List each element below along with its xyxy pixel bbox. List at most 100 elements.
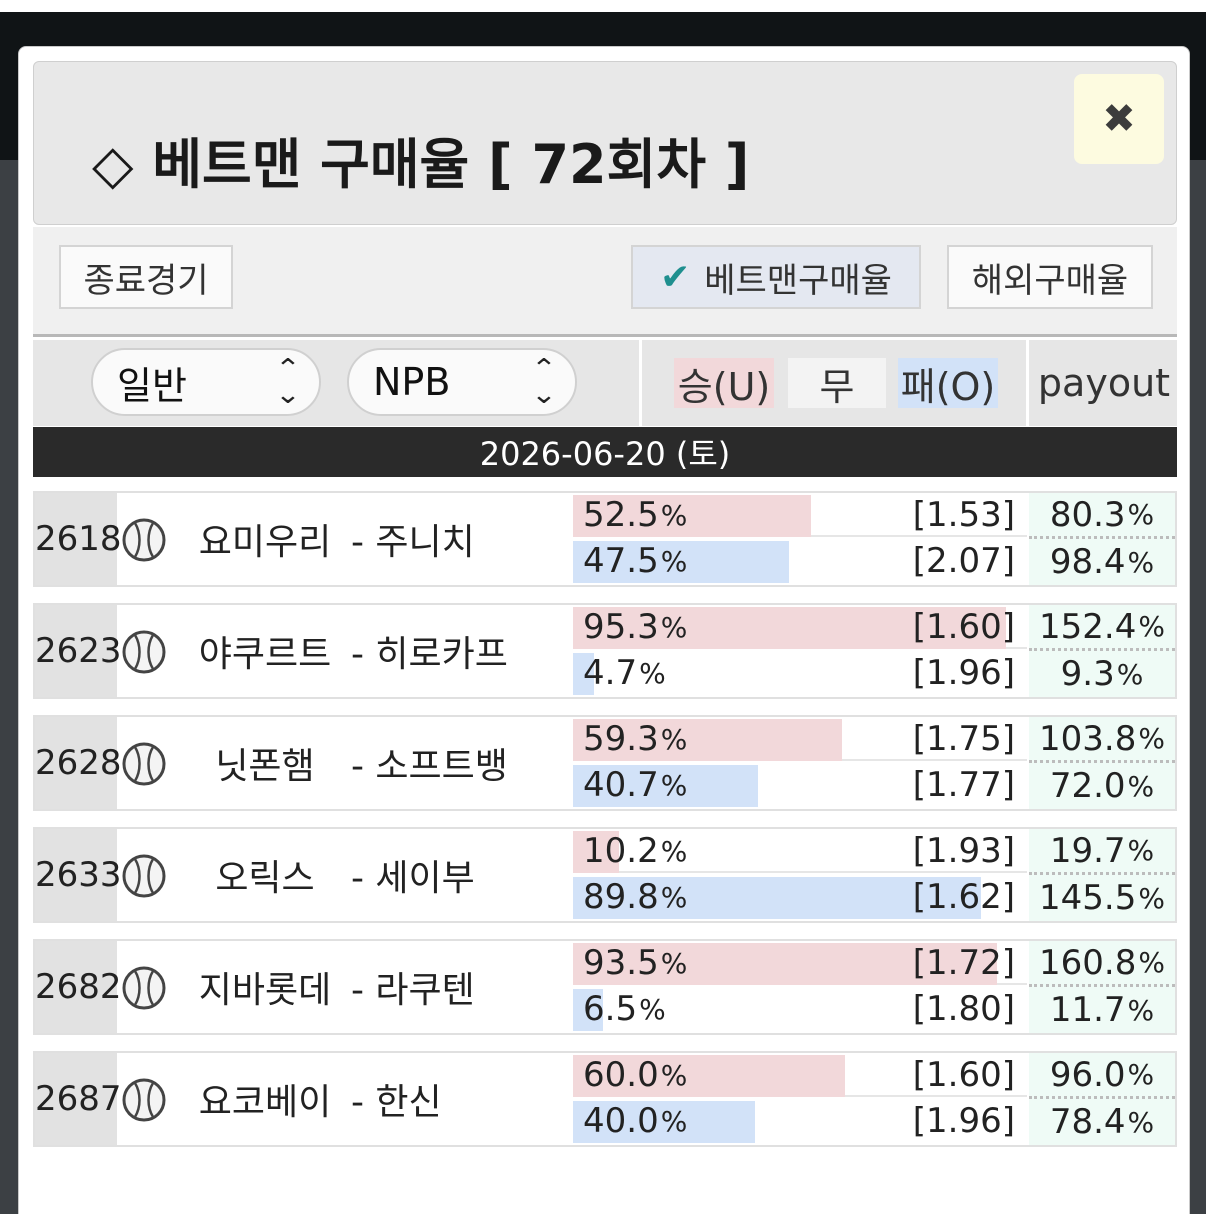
percent-sign: % [1127, 993, 1155, 1027]
payout-value: 103.8 [1039, 718, 1137, 759]
close-icon: ✖ [1102, 96, 1136, 142]
away-team: - 히로카프 [351, 634, 508, 675]
bet-type-select[interactable]: 일반 ⌃ ⌄ [91, 348, 321, 416]
payout-cell: 80.3% 98.4% [1029, 493, 1175, 585]
win-odds: [1.60] [912, 1055, 1015, 1095]
column-lose: 패(O) [898, 358, 998, 409]
win-odds: [1.75] [912, 719, 1015, 759]
payout-cell: 19.7% 145.5% [1029, 829, 1175, 921]
win-rate-line: 59.3% [1.75] [573, 717, 1027, 761]
lose-rate-value: 47.5 [583, 541, 659, 581]
win-rate-line: 10.2% [1.93] [573, 829, 1027, 873]
purchase-rate-bars: 60.0% [1.60] 40.0% [1.96] [573, 1053, 1027, 1145]
game-row[interactable]: 2633 오릭스 - 세이부 10.2% [1.93] 89.8% [1.62] 19.7% 1… [33, 827, 1177, 923]
payout-value: 80.3 [1049, 494, 1126, 535]
percent-sign: % [660, 1058, 688, 1092]
game-number: 2687 [35, 1053, 122, 1145]
lose-rate-line: 89.8% [1.62] [573, 875, 1027, 919]
game-number-label: 2623 [35, 631, 122, 671]
lose-rate-line: 4.7% [1.96] [573, 651, 1027, 695]
payout-value: 9.3 [1060, 654, 1115, 694]
overseas-rate-button[interactable]: 해외구매율 [947, 245, 1153, 309]
percent-sign: % [1116, 657, 1144, 691]
bet-type-value: 일반 [117, 363, 187, 408]
home-team: 야쿠르트 [198, 634, 332, 675]
percent-sign: % [1138, 722, 1165, 755]
baseball-icon [121, 517, 167, 563]
modal-title: ◇ 베트맨 구매율 [ 72회차 ] [92, 133, 750, 196]
game-number-label: 2687 [35, 1079, 122, 1119]
percent-sign: % [1127, 1058, 1155, 1091]
percent-sign: % [660, 722, 688, 756]
chevron-updown-icon: ⌃ ⌄ [275, 354, 302, 410]
payout-cell: 160.8% 11.7% [1029, 941, 1175, 1033]
percent-sign: % [1138, 881, 1165, 915]
game-number: 2628 [35, 717, 122, 809]
lose-rate-percent: 4.7% [583, 651, 666, 695]
win-rate-percent: 93.5% [583, 941, 687, 985]
away-team: - 라쿠텐 [351, 970, 475, 1011]
lose-rate-line: 40.7% [1.77] [573, 763, 1027, 807]
game-number-label: 2628 [35, 743, 122, 783]
percent-sign: % [660, 610, 688, 644]
column-payout: payout [1037, 361, 1171, 405]
pay-win-payout: 103.8% [1029, 717, 1175, 763]
filter-bar: 일반 ⌃ ⌄ NPB ⌃ ⌄ 승(U) 무 패(O) payout [33, 340, 1177, 426]
payout-value: 160.8 [1039, 942, 1137, 983]
payout-value: 11.7 [1049, 990, 1126, 1030]
win-rate-line: 93.5% [1.72] [573, 941, 1027, 985]
column-win: 승(U) [674, 358, 774, 409]
lose-odds: [1.96] [912, 653, 1015, 693]
purchase-rate-bars: 10.2% [1.93] 89.8% [1.62] [573, 829, 1027, 921]
baseball-icon [121, 1077, 167, 1123]
result-column-headers: 승(U) 무 패(O) [639, 340, 1029, 426]
win-rate-value: 10.2 [583, 831, 659, 871]
percent-sign: % [660, 544, 688, 578]
backdrop-top [0, 0, 1206, 12]
game-row[interactable]: 2628 닛폰햄 - 소프트뱅 59.3% [1.75] 40.7% [1.77] 103.8… [33, 715, 1177, 811]
pay-lose-payout: 78.4% [1029, 1099, 1175, 1145]
payout-value: 98.4 [1049, 542, 1126, 582]
win-rate-percent: 52.5% [583, 493, 687, 537]
win-rate-line: 52.5% [1.53] [573, 493, 1027, 537]
close-button[interactable]: ✖ [1074, 74, 1164, 164]
finished-games-label: 종료경기 [83, 260, 209, 301]
payout-value: 152.4 [1039, 606, 1137, 647]
pay-lose-payout: 9.3% [1029, 651, 1175, 697]
lose-rate-value: 40.0 [583, 1101, 659, 1141]
payout-cell: 152.4% 9.3% [1029, 605, 1175, 697]
win-rate-line: 95.3% [1.60] [573, 605, 1027, 649]
purchase-rate-bars: 52.5% [1.53] 47.5% [2.07] [573, 493, 1027, 585]
game-row[interactable]: 2687 요코베이 - 한신 60.0% [1.60] 40.0% [1.96] 96.0% 7… [33, 1051, 1177, 1147]
percent-sign: % [660, 1104, 688, 1138]
pay-win-payout: 160.8% [1029, 941, 1175, 987]
betman-rate-button[interactable]: ✔ 베트맨구매율 [631, 245, 921, 309]
check-icon: ✔ [660, 256, 691, 298]
lose-odds: [1.80] [912, 989, 1015, 1029]
date-header: 2026-06-20 (토) [33, 427, 1177, 477]
chevron-updown-icon: ⌃ ⌄ [531, 354, 558, 410]
baseball-icon [121, 741, 167, 787]
lose-rate-percent: 40.0% [583, 1099, 687, 1143]
payout-cell: 103.8% 72.0% [1029, 717, 1175, 809]
lose-rate-percent: 89.8% [583, 875, 687, 919]
game-row[interactable]: 2682 지바롯데 - 라쿠텐 93.5% [1.72] 6.5% [1.80] 160.8%… [33, 939, 1177, 1035]
league-select[interactable]: NPB ⌃ ⌄ [347, 348, 577, 416]
game-row[interactable]: 2623 야쿠르트 - 히로카프 95.3% [1.60] 4.7% [1.96] 152.4… [33, 603, 1177, 699]
lose-rate-percent: 40.7% [583, 763, 687, 807]
game-number-label: 2633 [35, 855, 122, 895]
win-rate-value: 52.5 [583, 495, 659, 535]
home-team: 요미우리 [198, 522, 332, 563]
purchase-rate-bars: 95.3% [1.60] 4.7% [1.96] [573, 605, 1027, 697]
finished-games-button[interactable]: 종료경기 [59, 245, 233, 309]
percent-sign: % [660, 498, 688, 532]
game-row[interactable]: 2618 요미우리 - 주니치 52.5% [1.53] 47.5% [2.07] 80.3%… [33, 491, 1177, 587]
win-rate-value: 93.5 [583, 943, 659, 983]
overseas-rate-label: 해외구매율 [971, 260, 1129, 301]
win-odds: [1.93] [912, 831, 1015, 871]
win-rate-percent: 59.3% [583, 717, 687, 761]
payout-value: 72.0 [1049, 766, 1126, 806]
game-number-label: 2618 [35, 519, 122, 559]
purchase-rate-bars: 93.5% [1.72] 6.5% [1.80] [573, 941, 1027, 1033]
baseball-icon [121, 853, 167, 899]
